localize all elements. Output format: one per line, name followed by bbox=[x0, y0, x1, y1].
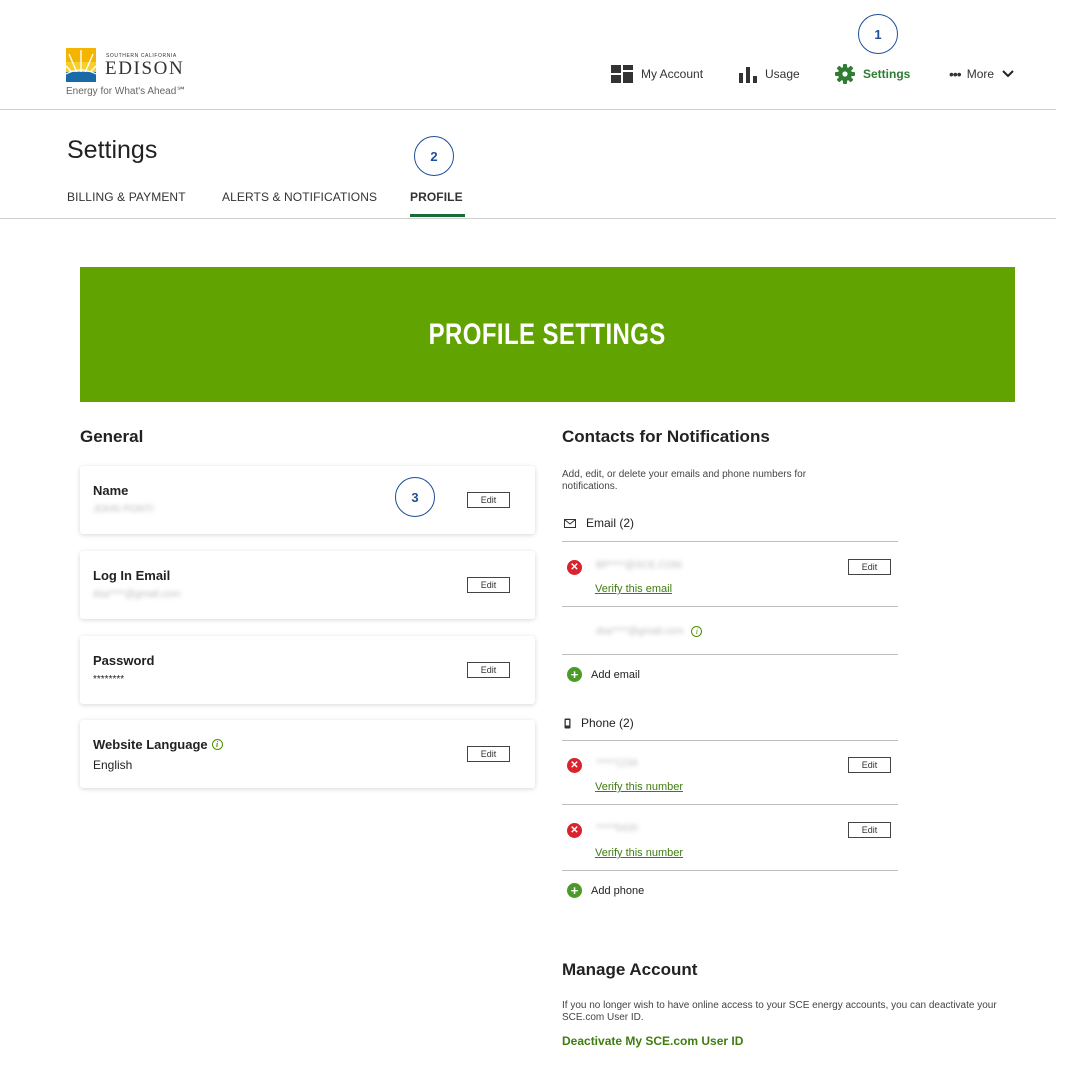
gear-icon bbox=[835, 64, 855, 84]
website-language-label: Website Language bbox=[93, 737, 208, 752]
edit-name-button[interactable]: Edit bbox=[467, 492, 510, 508]
logo-tagline: Energy for What's Ahead℠ bbox=[66, 86, 187, 97]
nav-label: Usage bbox=[765, 67, 800, 81]
divider bbox=[562, 804, 898, 805]
password-card: Password ******** Edit bbox=[80, 636, 535, 704]
active-tab-indicator bbox=[410, 214, 465, 217]
login-email-card: Log In Email dsa****@gmail.com Edit bbox=[80, 551, 535, 619]
email-value: dsa****@gmail.com bbox=[596, 626, 684, 637]
phone-heading: Phone (2) bbox=[564, 716, 634, 730]
verify-number-link[interactable]: Verify this number bbox=[595, 781, 683, 793]
phone-heading-label: Phone (2) bbox=[581, 716, 634, 730]
add-email-button[interactable]: + Add email bbox=[567, 667, 640, 682]
profile-settings-banner: PROFILE SETTINGS bbox=[80, 267, 1015, 402]
name-card: Name JOHN PONTI Edit bbox=[80, 466, 535, 534]
info-icon[interactable]: i bbox=[211, 739, 223, 750]
bar-chart-icon bbox=[739, 67, 757, 83]
nav-label: Settings bbox=[863, 67, 911, 81]
login-email-value: dsa****@gmail.com bbox=[93, 589, 181, 600]
website-language-value: English bbox=[93, 758, 133, 772]
add-phone-label: Add phone bbox=[591, 884, 645, 897]
email-heading: Email (2) bbox=[564, 516, 634, 530]
deactivate-user-id-link[interactable]: Deactivate My SCE.com User ID bbox=[562, 1034, 743, 1048]
edit-email-button[interactable]: Edit bbox=[848, 559, 891, 575]
nav-my-account[interactable]: My Account bbox=[611, 62, 703, 86]
tab-alerts-notifications[interactable]: ALERTS & NOTIFICATIONS bbox=[222, 190, 377, 204]
email-heading-label: Email (2) bbox=[586, 516, 635, 530]
nav-usage[interactable]: Usage bbox=[739, 62, 800, 86]
sun-logo-icon bbox=[66, 48, 96, 82]
website-language-label-row: Website Language i bbox=[93, 737, 223, 752]
phone-icon bbox=[564, 718, 571, 728]
manage-account-description: If you no longer wish to have online acc… bbox=[562, 1000, 997, 1023]
tab-profile[interactable]: PROFILE bbox=[410, 190, 463, 204]
x-icon[interactable]: ✕ bbox=[567, 560, 582, 575]
plus-icon: + bbox=[567, 883, 582, 898]
manage-account-title: Manage Account bbox=[562, 960, 698, 979]
login-email-label: Log In Email bbox=[93, 568, 171, 583]
divider bbox=[562, 740, 898, 741]
contacts-description: Add, edit, or delete your emails and pho… bbox=[562, 469, 807, 492]
x-icon[interactable]: ✕ bbox=[567, 823, 582, 838]
phone-value: *****1234 bbox=[596, 758, 638, 769]
general-section-title: General bbox=[80, 427, 144, 446]
divider bbox=[562, 870, 898, 871]
banner-title: PROFILE SETTINGS bbox=[428, 317, 667, 351]
nav-more[interactable]: ••• More bbox=[949, 62, 1014, 86]
verify-number-link[interactable]: Verify this number bbox=[595, 847, 683, 859]
divider bbox=[562, 606, 898, 607]
website-language-card: Website Language i English Edit bbox=[80, 720, 535, 788]
info-icon[interactable]: i bbox=[691, 626, 703, 637]
tabs-divider bbox=[0, 218, 1056, 219]
x-icon[interactable]: ✕ bbox=[567, 758, 582, 773]
dashboard-icon bbox=[611, 65, 633, 83]
plus-icon: + bbox=[567, 667, 582, 682]
edit-password-button[interactable]: Edit bbox=[467, 662, 510, 678]
edit-login-email-button[interactable]: Edit bbox=[467, 577, 510, 593]
contacts-section-title: Contacts for Notifications bbox=[562, 427, 770, 446]
chevron-down-icon bbox=[1002, 70, 1014, 78]
edit-phone-button[interactable]: Edit bbox=[848, 822, 891, 838]
nav-label: My Account bbox=[641, 67, 704, 81]
nav-settings[interactable]: Settings bbox=[835, 62, 910, 86]
verify-email-link[interactable]: Verify this email bbox=[595, 583, 672, 595]
logo-name: EDISON bbox=[105, 58, 185, 79]
page-title: Settings bbox=[67, 136, 158, 164]
tab-billing-payment[interactable]: BILLING & PAYMENT bbox=[67, 190, 186, 204]
divider bbox=[562, 654, 898, 655]
name-label: Name bbox=[93, 483, 129, 498]
email-value: BP****@SCE.COM bbox=[596, 560, 682, 571]
edit-website-language-button[interactable]: Edit bbox=[467, 746, 510, 762]
nav-label: More bbox=[966, 67, 995, 81]
email-row-2: dsa****@gmail.com i bbox=[596, 626, 703, 637]
callout-badge-1: 1 bbox=[858, 14, 898, 54]
add-email-label: Add email bbox=[591, 668, 640, 681]
password-value: ******** bbox=[93, 674, 125, 685]
callout-badge-3: 3 bbox=[395, 477, 435, 517]
callout-badge-2: 2 bbox=[414, 136, 454, 176]
header-divider bbox=[0, 109, 1056, 110]
edit-phone-button[interactable]: Edit bbox=[848, 757, 891, 773]
phone-value: *****5420 bbox=[596, 823, 638, 834]
add-phone-button[interactable]: + Add phone bbox=[567, 883, 644, 898]
divider bbox=[562, 541, 898, 542]
more-dots-icon: ••• bbox=[949, 66, 962, 82]
edison-logo[interactable]: Southern California EDISON Energy for Wh… bbox=[66, 48, 206, 100]
password-label: Password bbox=[93, 653, 155, 668]
envelope-icon bbox=[564, 518, 576, 528]
name-value: JOHN PONTI bbox=[93, 504, 154, 515]
